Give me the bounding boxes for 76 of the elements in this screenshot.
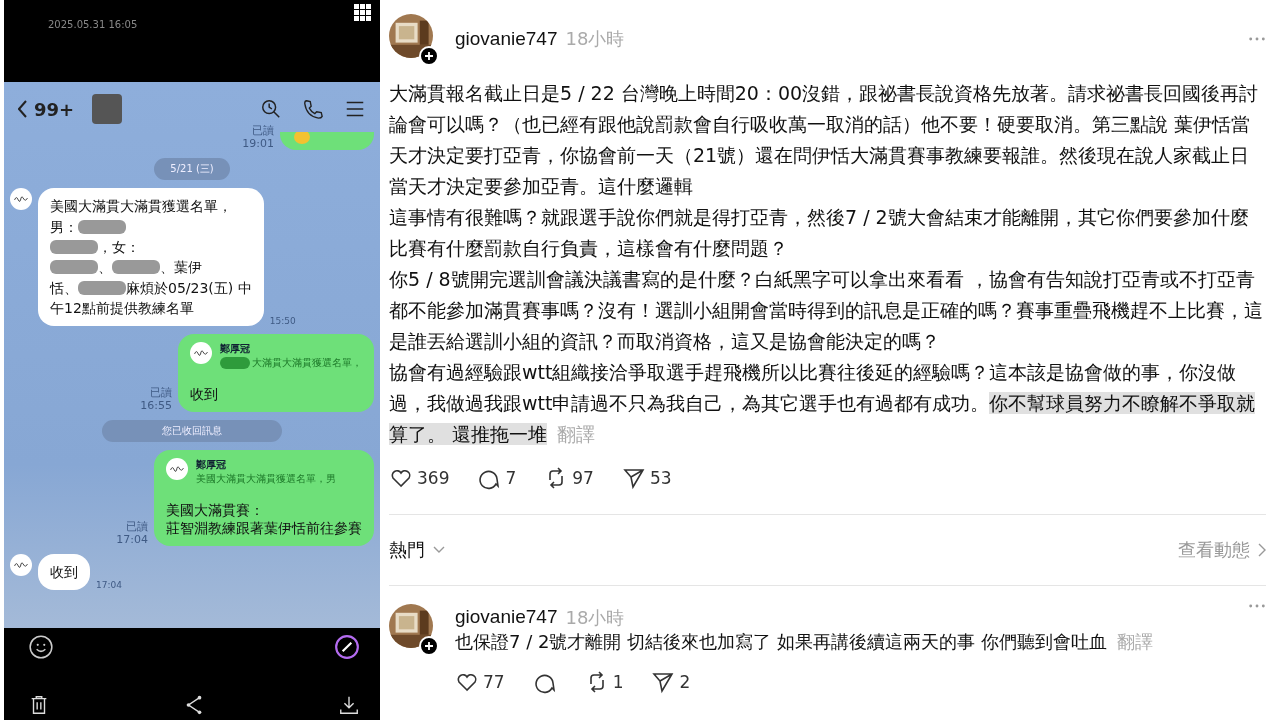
message-bubble[interactable]: 美國大滿貫大滿貫獲選名單， 男： ，女： 、 、葉伊 恬、 麻煩於05/23(五) 中 午12點前提供教練名單 [38, 188, 264, 327]
redaction [78, 280, 126, 295]
back-icon[interactable] [18, 100, 28, 118]
message-text: 收到 [190, 386, 219, 405]
send-icon[interactable] [651, 670, 676, 694]
message-time: 17:04 [116, 532, 148, 547]
redaction [112, 260, 160, 275]
back-button[interactable]: 99+ [18, 98, 75, 120]
more-icon[interactable] [1248, 37, 1266, 41]
redaction [50, 240, 98, 255]
screenshot-time: 2025.05.31 16:05 [48, 19, 138, 30]
avatar-icon [190, 342, 212, 365]
avatar-icon [10, 554, 32, 577]
redaction [78, 219, 126, 234]
message-text: 、 [98, 258, 112, 278]
repost-button[interactable]: 1 [584, 670, 624, 694]
grid-icon[interactable] [354, 4, 372, 22]
follow-icon[interactable] [419, 636, 439, 656]
sticker-icon [292, 132, 312, 147]
post-time: 18小時 [565, 606, 625, 630]
message-text: 美國大滿貫大滿貫獲選名單， [50, 197, 232, 217]
redaction [92, 94, 123, 124]
date-chip: 5/21 (三) [154, 158, 230, 181]
username[interactable]: giovanie747 [455, 28, 558, 50]
message-bubble[interactable]: 收到 [38, 554, 90, 591]
chevron-right-icon[interactable] [1258, 543, 1266, 557]
edit-icon[interactable] [334, 634, 360, 660]
message-text: 男： [50, 217, 78, 237]
read-receipt: 已讀 [252, 124, 274, 138]
redaction [220, 357, 250, 370]
read-receipt: 已讀 [126, 519, 148, 533]
system-notice: 您已收回訊息 [102, 420, 282, 443]
redaction [50, 260, 98, 275]
message-text: 午12點前提供教練名單 [50, 298, 194, 318]
avatar-icon [10, 188, 32, 211]
message-text: 美國大滿貫賽： [166, 502, 265, 521]
reply-text: 也保證7 / 2號才離開 切結後來也加寫了 如果再講後續這兩天的事 你們聽到會吐血 翻譯 [455, 630, 1154, 654]
message-text: 收到 [50, 563, 78, 583]
message-time: 19:01 [242, 137, 274, 151]
message-text: 麻煩於05/23(五) 中 [126, 278, 252, 298]
post-text: 大滿貫報名截止日是5 / 22 台灣晚上時間20：00沒錯，跟祕書長說資格先放著。請求祕書長回國後再討論會可以嗎？（也已經有跟他說罰款會自行吸收萬一取消的話）他不要！硬要取消。第三點說 葉伊恬當天才決定要打亞青，你協會前一天（21號）還在問伊恬大滿貫賽事教練要報誰。然後現在說人家截止日當天才決定要參加亞青。這什麼邏輯 [389, 81, 1260, 199]
username[interactable]: giovanie747 [455, 606, 558, 628]
quoted-text: 大滿貫大滿貫獲選名單， [252, 356, 362, 371]
avatar-icon [166, 458, 188, 481]
more-icon[interactable] [1248, 604, 1266, 608]
post-text: 協會有過經驗跟wtt組織接洽爭取選手趕飛機所以比賽往後延的經驗嗎？這本該是協會做的事，你沒做過，我做過我跟wtt申請過不只為我自己，為其它選手也有過都有成功。你不幫球員努力不瞭解不爭取就算了。 還推拖一堆 翻譯 [389, 360, 1257, 447]
repost-button[interactable]: 97 [544, 466, 594, 490]
phone-icon[interactable] [302, 98, 324, 120]
message-time: 16:55 [140, 398, 172, 413]
message-text: 恬、 [50, 278, 78, 298]
quoted-sender: 鄭厚冠 [220, 342, 251, 357]
post-text: 你5 / 8號開完選訓會議決議書寫的是什麼？白紙黑字可以拿出來看看 ，協會有告知說打亞青或不打亞青都不能參加滿貫賽事嗎？沒有！選訓小組開會當時得到的訊息是正確的嗎？賽事重疊飛機趕不上比賽，這是誰丟給選訓小組的資訊？而取消資格，這又是協會能決定的嗎？ [389, 267, 1264, 354]
share-button[interactable]: 53 [621, 466, 672, 490]
message-time: 17:04 [96, 580, 122, 591]
download-icon[interactable] [338, 694, 360, 716]
message-bubble[interactable]: 鄭厚冠 大滿貫大滿貫獲選名單， 收到 [178, 334, 374, 413]
quoted-text: 美國大滿貫大滿貫獲選名單，男 [196, 472, 336, 487]
message-text: 、葉伊 [160, 258, 202, 278]
read-receipt: 已讀 [150, 385, 172, 399]
post-time: 18小時 [565, 27, 625, 51]
quoted-sender: 鄭厚冠 [196, 458, 227, 473]
send-icon[interactable] [621, 466, 646, 490]
search-icon[interactable] [260, 98, 282, 120]
chevron-down-icon[interactable] [433, 546, 445, 554]
post-text: 這事情有很難嗎？就跟選手說你們就是得打亞青，然後7 / 2號大會結束才能離開，其它你們要參加什麼比賽有什麼罰款自行負責，這樣會有什麼問題？ [389, 205, 1250, 261]
smiley-icon[interactable] [28, 634, 54, 660]
follow-icon[interactable] [419, 46, 439, 66]
message-text: 莊智淵教練跟著葉伊恬前往參賽 [166, 520, 362, 539]
message-bubble[interactable]: 鄭厚冠 美國大滿貫大滿貫獲選名單，男 美國大滿貫賽： 莊智淵教練跟著葉伊恬前往參賽 [154, 450, 374, 547]
reply-button[interactable]: 7 [477, 466, 517, 490]
like-button[interactable]: 77 [455, 670, 505, 694]
like-button[interactable]: 369 [389, 466, 450, 490]
share-button[interactable]: 2 [651, 670, 691, 694]
sort-dropdown[interactable]: 熱門 [389, 538, 445, 562]
message-text: ，女： [98, 237, 140, 257]
message-time: 15:50 [269, 316, 296, 327]
